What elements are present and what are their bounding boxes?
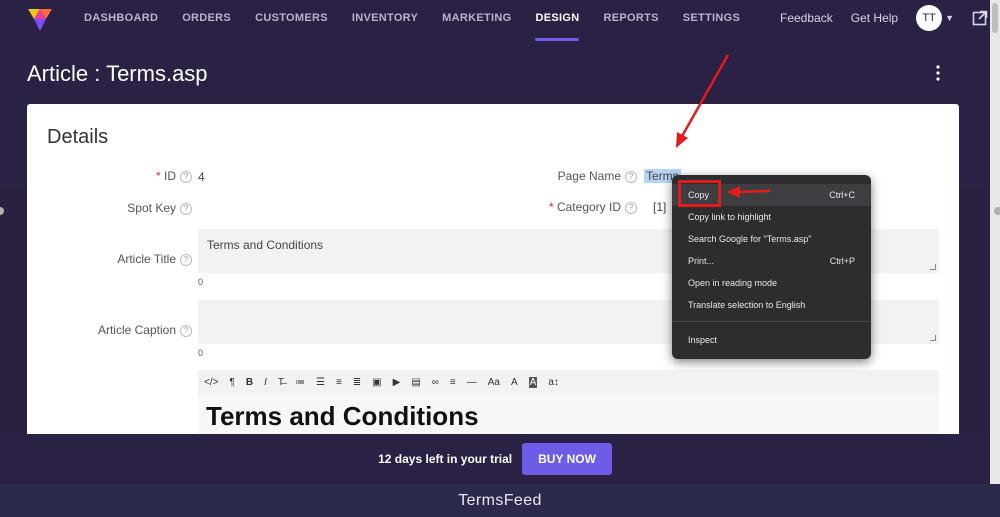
help-icon[interactable]: ? (625, 170, 637, 183)
table-button[interactable]: ▤ (411, 377, 420, 388)
link-button[interactable]: ∞ (432, 377, 439, 388)
external-link-icon[interactable] (972, 10, 988, 26)
help-icon[interactable]: ? (180, 324, 192, 337)
id-label-text: ID (164, 169, 176, 183)
menu-item-label: Search Google for "Terms.asp" (688, 234, 812, 244)
context-menu-copy-link[interactable]: Copy link to highlight (672, 206, 871, 228)
ordered-list-button[interactable]: ☰ (316, 377, 325, 388)
category-id-label: * Category ID? (477, 200, 637, 214)
left-edge-handle-icon (0, 207, 4, 215)
right-edge-handle-icon (994, 207, 1000, 215)
scrollbar-thumb[interactable] (992, 3, 998, 33)
align-button[interactable]: ≡ (450, 377, 456, 388)
context-menu-print[interactable]: Print... Ctrl+P (672, 250, 871, 272)
editor-heading: Terms and Conditions (206, 401, 479, 431)
video-button[interactable]: ▶ (393, 377, 401, 388)
details-title: Details (47, 126, 109, 148)
avatar[interactable]: TT (916, 5, 943, 31)
brand-logo-icon[interactable] (26, 5, 54, 33)
vertical-scrollbar[interactable] (990, 0, 1000, 484)
image-button[interactable]: ▣ (372, 377, 381, 388)
nav-customers[interactable]: CUSTOMERS (255, 0, 328, 42)
feedback-link[interactable]: Feedback (780, 11, 833, 25)
context-menu: Copy Ctrl+C Copy link to highlight Searc… (672, 175, 871, 359)
code-view-button[interactable]: </> (204, 377, 218, 388)
menu-item-label: Open in reading mode (688, 278, 778, 288)
help-icon[interactable]: ? (625, 201, 637, 214)
article-title-counter: 0 (198, 277, 204, 287)
strikethrough-button[interactable]: T̶ (278, 377, 284, 388)
menu-item-label: Copy (688, 190, 710, 200)
nav-orders[interactable]: ORDERS (182, 0, 231, 42)
article-title-text: Terms and Conditions (207, 238, 324, 252)
menu-item-label: Inspect (688, 335, 718, 345)
help-icon[interactable]: ? (180, 253, 192, 266)
menu-item-label: Translate selection to English (688, 300, 806, 310)
bold-button[interactable]: B (246, 377, 253, 388)
menu-item-label: Print... (688, 256, 715, 266)
nav-marketing[interactable]: MARKETING (442, 0, 511, 42)
font-size-button[interactable]: Aa (488, 377, 500, 388)
paragraph-button[interactable]: ¶ (229, 377, 234, 388)
menu-item-shortcut: Ctrl+P (829, 256, 855, 266)
article-caption-label: Article Caption? (67, 323, 192, 337)
unordered-list-button[interactable]: ≔ (295, 377, 305, 388)
trial-banner: 12 days left in your trial BUY NOW (0, 434, 990, 484)
page-title: Article : Terms.asp (27, 61, 208, 86)
article-caption-label-text: Article Caption (97, 323, 176, 337)
page-name-label: Page Name? (477, 169, 637, 183)
indent-button[interactable]: ≣ (353, 377, 361, 388)
resize-handle-icon[interactable] (930, 335, 936, 341)
context-menu-inspect[interactable]: Inspect (672, 329, 871, 351)
get-help-link[interactable]: Get Help (851, 11, 898, 25)
horizontal-rule-button[interactable]: — (467, 377, 477, 388)
menu-item-shortcut: Ctrl+C (829, 190, 855, 200)
resize-handle-icon[interactable] (930, 264, 936, 270)
context-menu-translate[interactable]: Translate selection to English (672, 294, 871, 316)
nav-design[interactable]: DESIGN (535, 0, 580, 42)
nav-settings[interactable]: SETTINGS (683, 0, 740, 42)
category-id-label-text: Category ID (556, 200, 621, 214)
more-options-icon[interactable] (934, 64, 942, 82)
category-id-value[interactable]: [1] (653, 200, 666, 214)
spot-key-label-text: Spot Key (127, 201, 176, 215)
article-caption-counter: 0 (198, 348, 204, 358)
menu-item-label: Copy link to highlight (688, 212, 772, 222)
help-icon[interactable]: ? (180, 170, 192, 183)
background-color-button[interactable]: A (528, 376, 538, 388)
trial-text: 12 days left in your trial (378, 452, 513, 466)
italic-button[interactable]: I (264, 377, 267, 388)
header-actions: Feedback Get Help TT ▼ (780, 0, 988, 36)
line-height-button[interactable]: a↕ (548, 377, 559, 388)
article-title-label-text: Article Title (117, 252, 176, 266)
nav-reports[interactable]: REPORTS (603, 0, 658, 42)
font-color-button[interactable]: A (511, 377, 518, 388)
nav-dashboard[interactable]: DASHBOARD (84, 0, 158, 42)
article-title-label: Article Title? (67, 252, 192, 266)
main-nav: DASHBOARD ORDERS CUSTOMERS INVENTORY MAR… (84, 0, 764, 42)
context-menu-reading-mode[interactable]: Open in reading mode (672, 272, 871, 294)
context-menu-search-google[interactable]: Search Google for "Terms.asp" (672, 228, 871, 250)
page-name-label-text: Page Name (557, 169, 621, 183)
id-value: 4 (198, 170, 205, 184)
footer-brand: TermsFeed (0, 484, 1000, 517)
help-icon[interactable]: ? (180, 202, 192, 215)
nav-inventory[interactable]: INVENTORY (352, 0, 418, 42)
context-menu-copy[interactable]: Copy Ctrl+C (672, 184, 871, 206)
spot-key-label: Spot Key? (87, 201, 192, 215)
menu-separator (672, 321, 871, 322)
outdent-button[interactable]: ≡ (336, 377, 342, 388)
id-label: * ID? (87, 169, 192, 183)
buy-now-button[interactable]: BUY NOW (522, 443, 612, 475)
chevron-down-icon[interactable]: ▼ (945, 13, 954, 23)
editor-toolbar: </> ¶ B I T̶ ≔ ☰ ≡ ≣ ▣ ▶ ▤ ∞ ≡ — Aa A A … (198, 370, 939, 394)
